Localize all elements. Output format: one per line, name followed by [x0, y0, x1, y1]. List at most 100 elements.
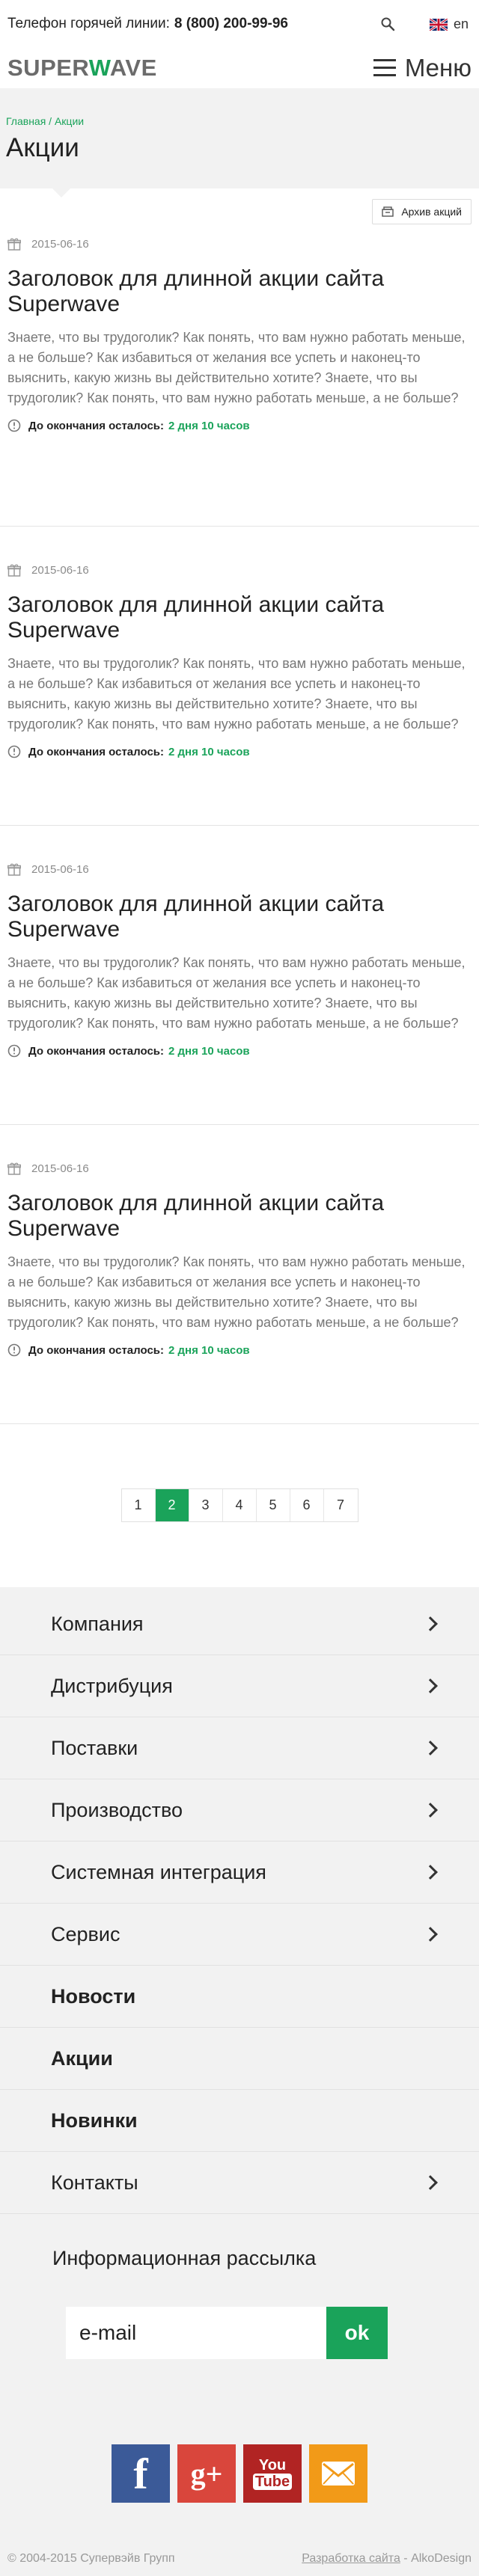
- social-links: f g+ You Tube: [112, 2444, 479, 2503]
- google-plus-icon[interactable]: g+: [177, 2444, 236, 2503]
- pagination: 1234567: [120, 1488, 359, 1522]
- footer-nav-item[interactable]: Сервис: [0, 1904, 479, 1966]
- promo-item: 2015-06-16 Заголовок для длинной акции с…: [0, 527, 479, 826]
- promo-text: Знаете, что вы трудоголик? Как понять, ч…: [7, 955, 466, 1031]
- breadcrumb-separator: /: [46, 115, 55, 127]
- chevron-right-icon: [423, 1741, 438, 1755]
- logo[interactable]: SUPERWAVE: [7, 55, 157, 82]
- footer-nav-item[interactable]: Акции: [0, 2028, 479, 2090]
- promo-text: Знаете, что вы трудоголик? Как понять, ч…: [7, 330, 466, 405]
- promo-title[interactable]: Заголовок для длинной акции сайта Superw…: [7, 892, 472, 942]
- uk-flag-icon: [429, 17, 448, 31]
- chevron-right-icon: [423, 1927, 438, 1942]
- footer-nav-label: Контакты: [51, 2171, 138, 2194]
- archive-icon: [382, 206, 394, 217]
- footer-nav-item[interactable]: Компания: [0, 1593, 479, 1655]
- clock-icon: [7, 419, 21, 432]
- page-header: Главная / Акции Акции: [0, 88, 479, 197]
- chevron-right-icon: [423, 1678, 438, 1693]
- copyright-text: © 2004-2015 Супервэйв Групп: [7, 2552, 175, 2565]
- developer-link[interactable]: Разработка сайта: [302, 2552, 400, 2565]
- remaining-label: До окончания осталось:: [28, 745, 164, 758]
- breadcrumb-current[interactable]: Акции: [55, 115, 84, 127]
- footer-nav-label: Акции: [51, 2046, 113, 2070]
- footer-nav-label: Сервис: [51, 1922, 120, 1945]
- subscribe-form: ok: [66, 2307, 479, 2359]
- footer: Компания Дистрибуция Поставки Производство С…: [0, 1587, 479, 2576]
- archive-label: Архив акций: [401, 206, 462, 218]
- footer-nav-label: Поставки: [51, 1736, 138, 1759]
- promo-title[interactable]: Заголовок для длинной акции сайта Superw…: [7, 1191, 472, 1242]
- pagination-wrapper: 1234567: [0, 1424, 479, 1587]
- mail-icon[interactable]: [309, 2444, 367, 2503]
- clock-icon: [7, 1044, 21, 1058]
- logo-text-2: W: [88, 55, 110, 81]
- gift-icon: [7, 863, 21, 876]
- header-notch: [52, 188, 70, 197]
- menu-label: Меню: [404, 54, 472, 82]
- developer-credit: Разработка сайта - AlkoDesign: [302, 2552, 472, 2566]
- promo-date-row: 2015-06-16: [7, 1161, 472, 1176]
- footer-nav-label: Компания: [51, 1612, 144, 1635]
- hotline-phone[interactable]: 8 (800) 200-99-96: [174, 16, 288, 31]
- top-bar: Телефон горячей линии: 8 (800) 200-99-96 …: [0, 0, 479, 48]
- footer-nav-label: Новости: [51, 1984, 136, 2008]
- chevron-right-icon: [423, 1865, 438, 1880]
- remaining-value: 2 дня 10 часов: [168, 745, 250, 758]
- google-plus-glyph: g+: [190, 2456, 223, 2491]
- promo-title[interactable]: Заголовок для длинной акции сайта Superw…: [7, 266, 472, 317]
- email-field[interactable]: [66, 2307, 326, 2359]
- breadcrumb-home[interactable]: Главная: [6, 115, 46, 127]
- clock-icon: [7, 745, 21, 758]
- logo-text-3: AVE: [109, 55, 157, 81]
- hotline-label: Телефон горячей линии:: [7, 16, 170, 31]
- footer-nav-label: Дистрибуция: [51, 1674, 173, 1697]
- page-title: Акции: [6, 133, 79, 162]
- developer-name: AlkoDesign: [411, 2552, 472, 2565]
- page-link[interactable]: 4: [223, 1489, 257, 1521]
- facebook-glyph: f: [133, 2449, 148, 2498]
- chevron-right-icon: [423, 1616, 438, 1631]
- page-link[interactable]: 1: [122, 1489, 156, 1521]
- footer-nav-label: Системная интеграция: [51, 1860, 266, 1883]
- newsletter-title: Информационная рассылка: [52, 2247, 317, 2269]
- footer-nav-item[interactable]: Контакты: [0, 2152, 479, 2214]
- youtube-glyph-top: You: [258, 2457, 287, 2474]
- page-link[interactable]: 7: [324, 1489, 358, 1521]
- promo-item: 2015-06-16 Заголовок для длинной акции с…: [0, 826, 479, 1125]
- footer-nav-item[interactable]: Системная интеграция: [0, 1841, 479, 1904]
- breadcrumb: Главная / Акции: [6, 115, 473, 127]
- page-link[interactable]: 5: [257, 1489, 290, 1521]
- remaining-label: До окончания осталось:: [28, 419, 164, 432]
- menu-button[interactable]: Меню: [373, 54, 472, 82]
- page-link[interactable]: 2: [155, 1489, 189, 1521]
- brand-bar: SUPERWAVE Меню: [0, 48, 479, 88]
- footer-nav-item[interactable]: Новости: [0, 1966, 479, 2028]
- promo-text: Знаете, что вы трудоголик? Как понять, ч…: [7, 1254, 466, 1330]
- archive-row: Архив акций: [0, 188, 479, 227]
- developer-separator: -: [400, 2552, 412, 2565]
- page-link[interactable]: 3: [189, 1489, 223, 1521]
- language-switcher[interactable]: en: [429, 16, 469, 32]
- language-label: en: [454, 16, 469, 31]
- facebook-icon[interactable]: f: [112, 2444, 170, 2503]
- footer-nav-item[interactable]: Производство: [0, 1779, 479, 1841]
- archive-button[interactable]: Архив акций: [372, 199, 472, 224]
- footer-nav-item[interactable]: Новинки: [0, 2090, 479, 2152]
- chevron-right-icon: [423, 2175, 438, 2190]
- footer-nav-label: Новинки: [51, 2109, 138, 2132]
- youtube-icon[interactable]: You Tube: [243, 2444, 302, 2503]
- page-link[interactable]: 6: [290, 1489, 324, 1521]
- promo-date: 2015-06-16: [31, 563, 89, 577]
- footer-nav-item[interactable]: Дистрибуция: [0, 1655, 479, 1717]
- footer-nav-item[interactable]: Поставки: [0, 1717, 479, 1779]
- promo-list: 2015-06-16 Заголовок для длинной акции с…: [0, 227, 479, 1424]
- promo-date: 2015-06-16: [31, 237, 89, 251]
- subscribe-button[interactable]: ok: [326, 2307, 388, 2359]
- search-icon[interactable]: [380, 16, 397, 33]
- gift-icon: [7, 1162, 21, 1175]
- logo-text-1: SUPER: [7, 55, 89, 81]
- promo-item: 2015-06-16 Заголовок для длинной акции с…: [0, 227, 479, 527]
- promo-title[interactable]: Заголовок для длинной акции сайта Superw…: [7, 592, 472, 643]
- promo-item: 2015-06-16 Заголовок для длинной акции с…: [0, 1125, 479, 1424]
